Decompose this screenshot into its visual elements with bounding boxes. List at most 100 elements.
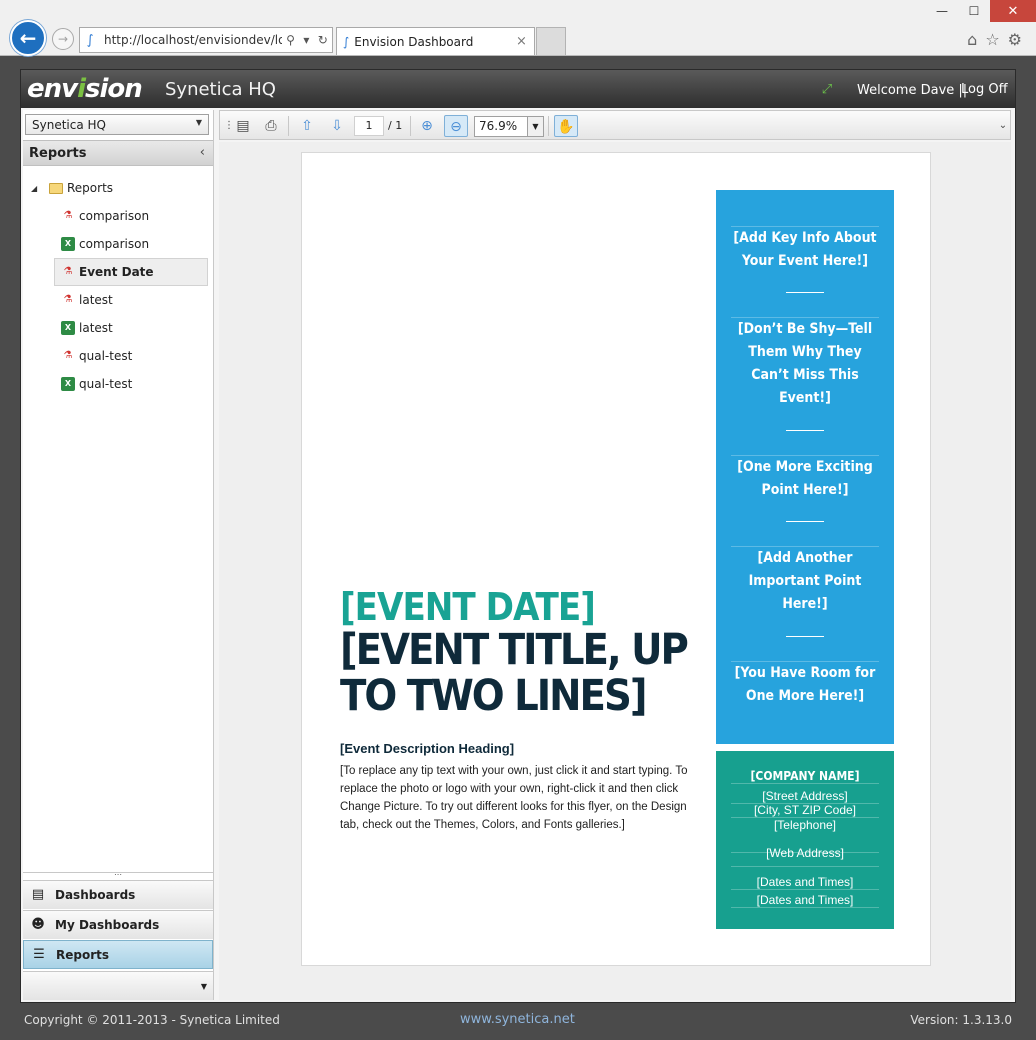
- tab-close-icon[interactable]: ×: [516, 34, 534, 49]
- key-point: [Don’t Be Shy—Tell Them Why They Can’t M…: [731, 317, 879, 410]
- pdf-file-icon: ⚗: [63, 350, 73, 361]
- event-description-heading: [Event Description Heading]: [340, 741, 515, 756]
- bar-chart-icon: ▤: [31, 887, 45, 902]
- address-tools: ⚲ ▾ ↻: [282, 33, 332, 47]
- tree-item-label: Event Date: [79, 265, 154, 279]
- zoom-in-icon[interactable]: ⊕: [416, 115, 438, 137]
- tree-item-label: qual-test: [79, 349, 133, 363]
- expand-triangle-icon[interactable]: ◢: [31, 184, 49, 193]
- website-link[interactable]: www.synetica.net: [460, 1012, 575, 1027]
- tree-root-label: Reports: [67, 181, 114, 195]
- excel-file-icon: X: [61, 237, 75, 251]
- zoom-out-icon[interactable]: ⊖: [444, 115, 468, 137]
- event-date: [EVENT DATE]: [340, 585, 596, 629]
- tree-item-label: latest: [79, 293, 113, 307]
- new-tab-button[interactable]: [536, 27, 566, 55]
- tree-item-label: comparison: [79, 237, 150, 251]
- web-address: [Web Address]: [731, 846, 879, 867]
- refresh-icon[interactable]: ↻: [318, 33, 328, 47]
- settings-gear-icon[interactable]: ⚙: [1008, 30, 1022, 49]
- panel-title: Reports: [29, 146, 87, 161]
- chevron-down-icon: ▼: [527, 117, 543, 136]
- tree-item[interactable]: ⚗ latest: [23, 286, 213, 314]
- chevron-down-icon: ▼: [195, 118, 202, 127]
- address-url[interactable]: http://localhost/envisiondev/log: [100, 33, 282, 47]
- minimize-button[interactable]: —: [926, 0, 958, 22]
- tree-item-label: qual-test: [79, 377, 133, 391]
- reports-tree: ◢ Reports ⚗ comparison X comparison ⚗ Ev…: [23, 174, 213, 398]
- nav-my-dashboards-button[interactable]: ☻ My Dashboards: [23, 910, 213, 939]
- next-page-icon[interactable]: ⇩: [326, 115, 348, 137]
- nav-more-button[interactable]: ▼: [23, 971, 213, 1000]
- app-window: envision Synetica HQ ⤢ Welcome Dave || L…: [20, 69, 1016, 1003]
- dropdown-icon[interactable]: ▾: [303, 33, 309, 47]
- tree-root-reports[interactable]: ◢ Reports: [23, 174, 213, 202]
- reports-panel-header: Reports ‹: [23, 140, 213, 166]
- logoff-link[interactable]: Log Off: [961, 82, 1008, 97]
- print-icon[interactable]: ⎙: [260, 115, 282, 137]
- tree-item-label: comparison: [79, 209, 150, 223]
- report-canvas[interactable]: [EVENT DATE] [EVENT TITLE, UP TO TWO LIN…: [219, 142, 1011, 1000]
- home-icon[interactable]: ⌂: [967, 30, 977, 49]
- maximize-button[interactable]: ☐: [958, 0, 990, 22]
- window-controls: — ☐ ✕: [926, 0, 1036, 22]
- close-window-button[interactable]: ✕: [990, 0, 1036, 22]
- forward-arrow-icon[interactable]: →: [52, 28, 74, 50]
- tree-item[interactable]: X comparison: [23, 230, 213, 258]
- left-pane: Synetica HQ ▼ Reports ‹ ◢ Reports ⚗ comp…: [23, 110, 214, 1000]
- pdf-file-icon: ⚗: [63, 210, 73, 221]
- pan-hand-icon[interactable]: ✋: [554, 115, 578, 137]
- nav-label: Reports: [56, 947, 110, 962]
- nav-reports-button[interactable]: ☰ Reports: [23, 940, 213, 969]
- nav-dashboards-button[interactable]: ▤ Dashboards: [23, 880, 213, 909]
- company-name: Synetica HQ: [165, 79, 276, 100]
- browser-tab[interactable]: ∫ Envision Dashboard ×: [336, 27, 535, 55]
- tree-item[interactable]: X qual-test: [23, 370, 213, 398]
- document-map-icon[interactable]: ▤: [232, 115, 254, 137]
- excel-file-icon: X: [61, 321, 75, 335]
- app-header: envision Synetica HQ ⤢ Welcome Dave || L…: [21, 70, 1015, 108]
- toolbar-overflow-icon[interactable]: ⌄: [998, 115, 1008, 137]
- address-bar[interactable]: ∫ http://localhost/envisiondev/log ⚲ ▾ ↻: [79, 27, 333, 53]
- company-info-panel: [COMPANY NAME] [Street Address] [City, S…: [716, 751, 894, 929]
- pane-splitter-handle[interactable]: ⋯: [23, 871, 213, 879]
- pdf-file-icon: ⚗: [63, 266, 73, 277]
- city-zip: [City, ST ZIP Code]: [731, 803, 879, 818]
- street-address: [Street Address]: [731, 789, 879, 804]
- key-points-panel: [Add Key Info About Your Event Here!] [D…: [716, 190, 894, 744]
- version-text: Version: 1.3.13.0: [910, 1013, 1012, 1027]
- fullscreen-icon[interactable]: ⤢: [819, 82, 835, 98]
- tree-item-label: latest: [79, 321, 113, 335]
- site-select[interactable]: Synetica HQ ▼: [25, 114, 209, 135]
- divider: [786, 292, 824, 293]
- tree-item[interactable]: ⚗ qual-test: [23, 342, 213, 370]
- tree-item[interactable]: ⚗ comparison: [23, 202, 213, 230]
- tab-title: Envision Dashboard: [354, 34, 474, 49]
- pdf-file-icon: ⚗: [63, 294, 73, 305]
- user-chart-icon: ☻: [31, 917, 45, 932]
- dates-times: [Dates and Times]: [731, 875, 879, 890]
- report-page: [EVENT DATE] [EVENT TITLE, UP TO TWO LIN…: [301, 152, 931, 966]
- zoom-value: 76.9%: [479, 119, 518, 133]
- site-select-value: Synetica HQ: [32, 118, 106, 132]
- event-description-body: [To replace any tip text with your own, …: [340, 765, 688, 831]
- tree-item[interactable]: X latest: [23, 314, 213, 342]
- folder-icon: [49, 182, 63, 194]
- page-total: / 1: [388, 119, 403, 132]
- nav-label: My Dashboards: [55, 918, 160, 932]
- back-arrow-icon[interactable]: ←: [10, 20, 46, 56]
- tree-item-selected[interactable]: ⚗ Event Date: [54, 258, 208, 286]
- key-point: [One More Exciting Point Here!]: [731, 455, 879, 502]
- divider: [786, 430, 824, 431]
- collapse-chevron-icon[interactable]: ‹: [200, 145, 205, 160]
- divider: [786, 636, 824, 637]
- zoom-select[interactable]: 76.9% ▼: [474, 116, 544, 137]
- favorites-star-icon[interactable]: ☆: [985, 30, 999, 49]
- search-icon[interactable]: ⚲: [286, 33, 295, 47]
- previous-page-icon[interactable]: ⇧: [296, 115, 318, 137]
- envision-logo: envision: [27, 74, 143, 104]
- site-favicon-icon: ∫: [86, 32, 94, 48]
- page-number-input[interactable]: 1: [354, 116, 384, 136]
- company-name-field: [COMPANY NAME]: [731, 769, 879, 784]
- copyright-text: Copyright © 2011-2013 - Synetica Limited: [24, 1013, 280, 1027]
